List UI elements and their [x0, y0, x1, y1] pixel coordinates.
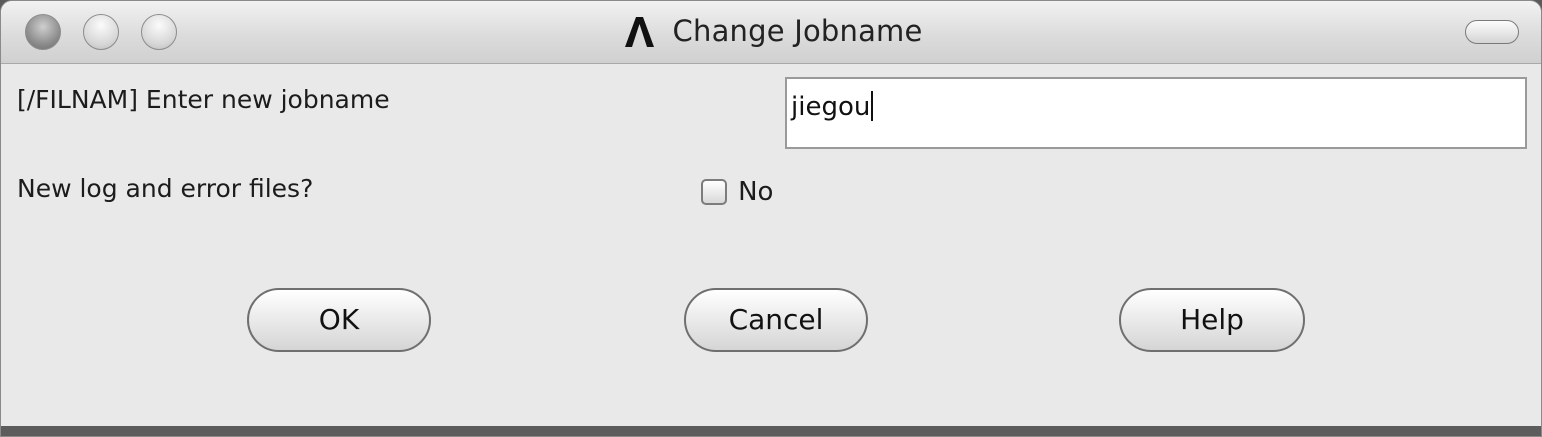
ansys-logo-icon	[619, 11, 659, 51]
new-log-checkbox-label[interactable]: No	[738, 177, 773, 207]
new-log-checkbox[interactable]	[701, 179, 727, 205]
help-button[interactable]: Help	[1119, 288, 1305, 352]
jobname-value: jiegou	[791, 92, 871, 122]
new-log-checkbox-control[interactable]: No	[701, 177, 773, 211]
title-bar[interactable]: Change Jobname	[1, 1, 1541, 64]
ok-button[interactable]: OK	[247, 288, 431, 352]
window-title: Change Jobname	[672, 14, 923, 48]
window-bottom-edge	[1, 426, 1541, 436]
change-jobname-dialog: Change Jobname [/FILNAM] Enter new jobna…	[0, 0, 1542, 437]
jobname-label: [/FILNAM] Enter new jobname	[17, 85, 390, 114]
text-cursor	[871, 91, 874, 121]
window-title-area: Change Jobname	[1, 11, 1541, 55]
log-files-label: New log and error files?	[17, 174, 314, 203]
cancel-button[interactable]: Cancel	[684, 288, 868, 352]
toolbar-toggle-button[interactable]	[1465, 20, 1519, 44]
jobname-input[interactable]: jiegou	[785, 77, 1527, 149]
